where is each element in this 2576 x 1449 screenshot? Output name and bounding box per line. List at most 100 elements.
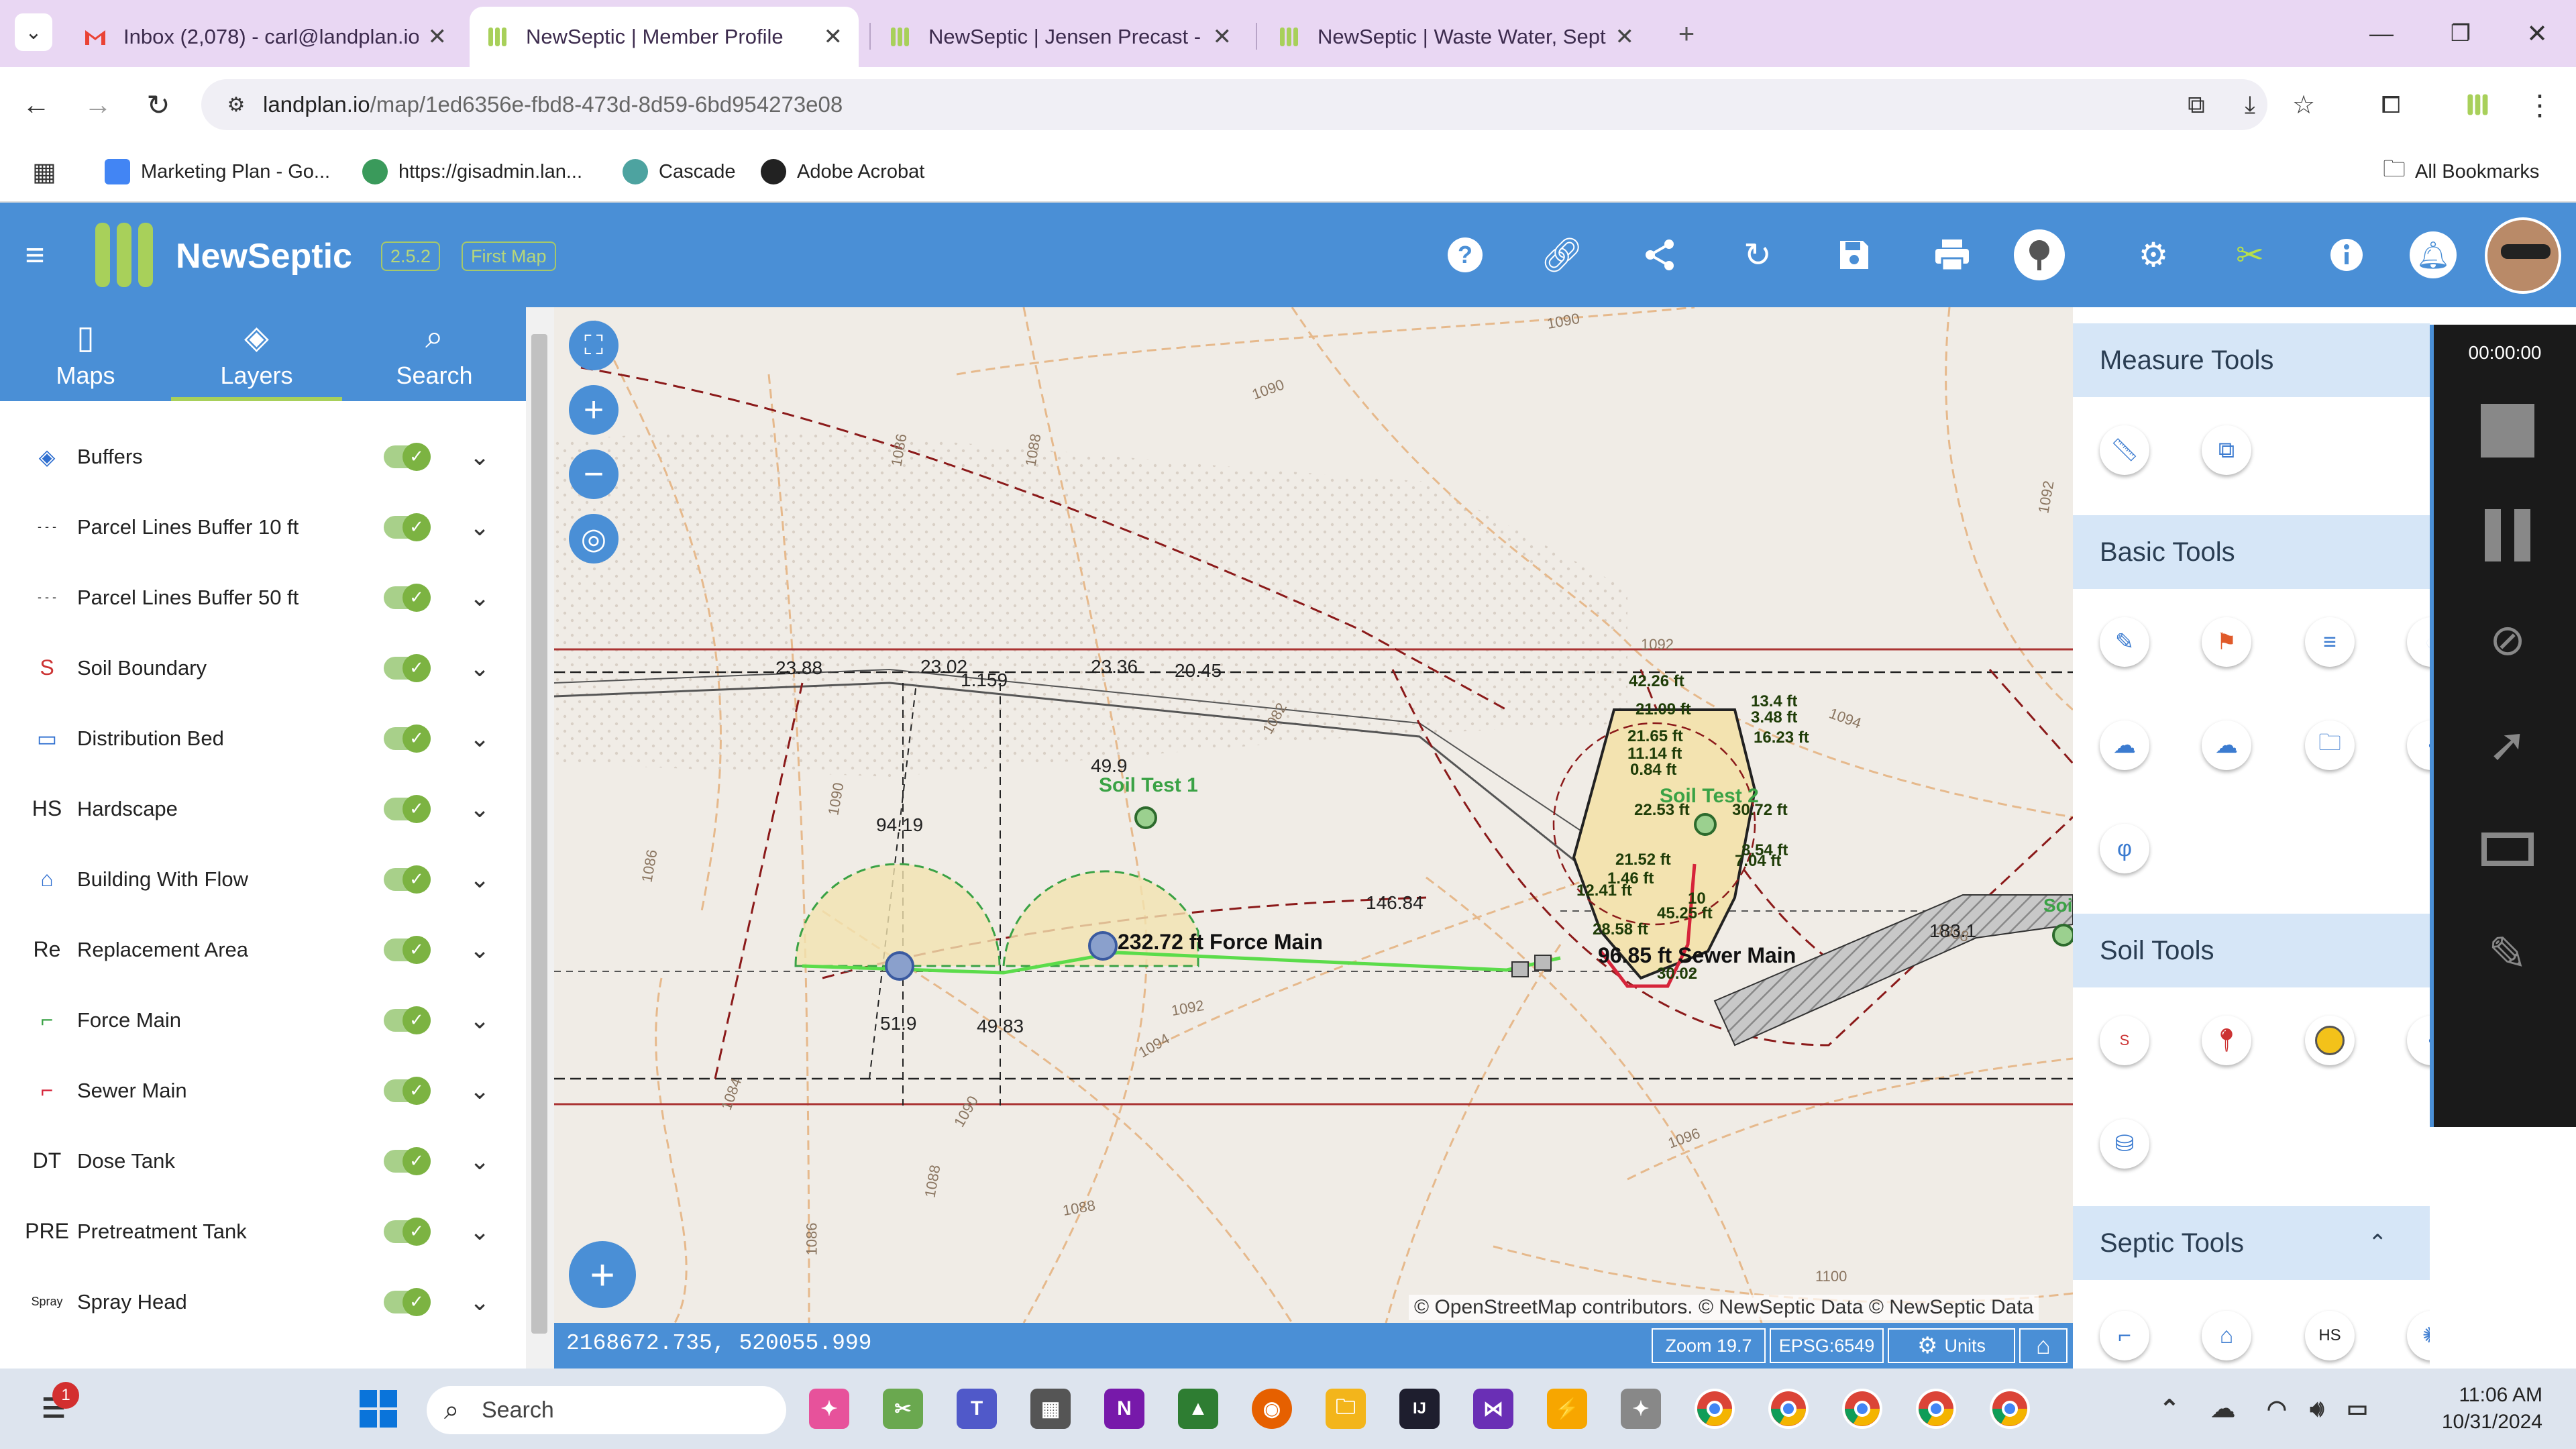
spray-head-point[interactable] [1088,931,1118,961]
extra-tool-icon[interactable]: ◔ [2407,617,2430,667]
chrome-profile-icon[interactable] [1842,1389,1882,1429]
text-edit-icon[interactable]: ≡ [2305,617,2355,667]
stop-icon[interactable] [2481,404,2534,458]
layer-row[interactable]: PRE Pretreatment Tank ✓ ⌄ [0,1196,526,1267]
marker-icon[interactable]: ⚑ [2202,617,2251,667]
tab-gmail[interactable]: Inbox (2,078) - carl@landplan.io ✕ [67,7,463,67]
taskbar-search[interactable]: ⌕ Search [427,1386,786,1434]
close-window-icon[interactable]: ✕ [2517,13,2557,54]
copilot-icon[interactable]: ✦ [809,1389,849,1429]
pause-icon[interactable] [2481,508,2534,562]
apps-grid-icon[interactable]: ▦ [24,152,64,192]
chevron-down-icon[interactable]: ⌄ [470,936,490,964]
chevron-down-icon[interactable]: ⌄ [470,865,490,894]
close-tab-icon[interactable]: ✕ [824,23,843,50]
soil-test-point[interactable] [2052,924,2073,947]
soil-test-point[interactable] [1134,806,1157,829]
spray-tool-icon[interactable]: ✺ [2407,1311,2430,1360]
chevron-up-icon[interactable]: ⌃ [2149,1389,2190,1429]
close-tab-icon[interactable]: ✕ [428,23,447,50]
layer-visibility-toggle[interactable]: ✓ [384,442,431,471]
rectangle-icon[interactable] [2481,822,2534,876]
measure-area-icon[interactable]: ⧉ [2202,425,2251,475]
address-bar[interactable]: ⚙ landplan.io/map/1ed6356e-fbd8-473d-8d5… [201,79,2267,130]
chrome-profile-icon[interactable] [1768,1389,1809,1429]
chrome-profile-icon[interactable] [1990,1389,2030,1429]
chrome-profile-icon[interactable] [1916,1389,1956,1429]
calculator-icon[interactable]: ▦ [1030,1389,1071,1429]
save-icon[interactable] [1833,233,1876,276]
info-icon[interactable] [2325,233,2368,276]
folder-import-icon[interactable]: 🗀 [2305,720,2355,770]
layer-visibility-toggle[interactable]: ✓ [384,1287,431,1316]
soil-circle-icon[interactable] [2305,1016,2355,1065]
tree-icon[interactable] [2014,229,2065,280]
soil-test-point[interactable] [1694,813,1717,836]
layer-row[interactable]: ◈ Buffers ✓ ⌄ [0,421,526,492]
browser-menu-icon[interactable]: ⋮ [2520,85,2560,125]
tab-layers[interactable]: ◈ Layers [171,307,342,401]
extra-tool-icon[interactable]: ◦ [2407,720,2430,770]
bookmark-star-icon[interactable]: ☆ [2284,85,2324,125]
chevron-down-icon[interactable]: ⌄ [470,795,490,823]
app-icon[interactable]: ▲ [1178,1389,1218,1429]
layer-row[interactable]: ▭ Distribution Bed ✓ ⌄ [0,703,526,773]
extra-tool-icon[interactable]: ◦ [2407,1016,2430,1065]
fullscreen-icon[interactable]: ⛶ [569,321,619,370]
soil-boundary-icon[interactable]: S [2100,1016,2149,1065]
share-icon[interactable] [1638,233,1681,276]
file-explorer-icon[interactable]: 🗀 [1326,1389,1366,1429]
pencil-icon[interactable]: ✎ [2100,617,2149,667]
help-icon[interactable]: ? [1444,233,1487,276]
section-septic-tools[interactable]: Septic Tools ⌃ [2073,1206,2430,1280]
link-icon[interactable]: 🔗︎ [1540,233,1583,276]
onenote-icon[interactable]: N [1104,1389,1144,1429]
site-info-icon[interactable]: ⚙ [216,85,256,125]
wifi-icon[interactable]: ◠ [2257,1389,2297,1429]
layer-visibility-toggle[interactable]: ✓ [384,653,431,682]
tab-waste-water[interactable]: NewSeptic | Waste Water, Septi ✕ [1261,7,1650,67]
ruler-icon[interactable]: 📏︎ [2100,425,2149,475]
firefox-icon[interactable]: ◉ [1252,1389,1292,1429]
camera-off-icon[interactable]: ⊘ [2481,613,2534,667]
refresh-icon[interactable]: ↻ [1736,233,1779,276]
chevron-down-icon[interactable]: ⌄ [470,1288,490,1316]
tool-app-icon[interactable]: ✦ [1621,1389,1661,1429]
lightning-app-icon[interactable]: ⚡ [1547,1389,1587,1429]
back-icon[interactable]: ← [16,85,56,125]
layer-row[interactable]: ⌐ Force Main ✓ ⌄ [0,985,526,1055]
epsg-code[interactable]: EPSG:6549 [1770,1328,1884,1363]
bookmark-adobe-acrobat[interactable]: Adobe Acrobat [761,157,924,186]
layer-visibility-toggle[interactable]: ✓ [384,1146,431,1175]
install-icon[interactable]: ⤓ [2230,85,2270,125]
battery-icon[interactable]: ▭ [2337,1389,2377,1429]
layer-row[interactable]: Re Replacement Area ✓ ⌄ [0,914,526,985]
tab-member-profile[interactable]: NewSeptic | Member Profile ✕ [470,7,859,67]
tab-maps[interactable]: ▯ Maps [0,307,171,401]
chevron-up-icon[interactable]: ⌃ [2368,1230,2387,1256]
force-main-tool-icon[interactable]: ⌐ [2100,1311,2149,1360]
volume-icon[interactable]: 🔊︎ [2297,1389,2337,1429]
layer-visibility-toggle[interactable]: ✓ [384,513,431,541]
intellij-icon[interactable]: IJ [1399,1389,1440,1429]
add-feature-button[interactable]: + [569,1241,636,1308]
locate-icon[interactable]: ◎ [569,514,619,564]
chevron-down-icon[interactable]: ⌄ [470,513,490,541]
chevron-down-icon[interactable]: ⌄ [470,724,490,753]
units-button[interactable]: ⚙ Units [1888,1328,2015,1363]
windows-start-icon[interactable] [358,1389,398,1429]
notifications-icon[interactable]: 🔔︎ [2410,231,2457,278]
chevron-down-icon[interactable]: ⌄ [470,1077,490,1105]
print-icon[interactable] [1931,233,1974,276]
open-in-app-icon[interactable]: ⧉ [2176,85,2216,125]
layer-visibility-toggle[interactable]: ✓ [384,1076,431,1105]
chevron-down-icon[interactable]: ⌄ [470,584,490,612]
layer-row[interactable]: ⌂ Building With Flow ✓ ⌄ [0,844,526,914]
hamburger-menu-icon[interactable]: ≡ [13,233,56,276]
layer-visibility-toggle[interactable]: ✓ [384,1217,431,1246]
layer-visibility-toggle[interactable]: ✓ [384,583,431,612]
add-soil-test-icon[interactable]: 📍︎ [2202,1016,2251,1065]
layer-row[interactable]: - - - Parcel Lines Buffer 50 ft ✓ ⌄ [0,562,526,633]
map-name-badge[interactable]: First Map [462,241,556,271]
tab-search-icon[interactable]: ⌄ [15,13,52,51]
